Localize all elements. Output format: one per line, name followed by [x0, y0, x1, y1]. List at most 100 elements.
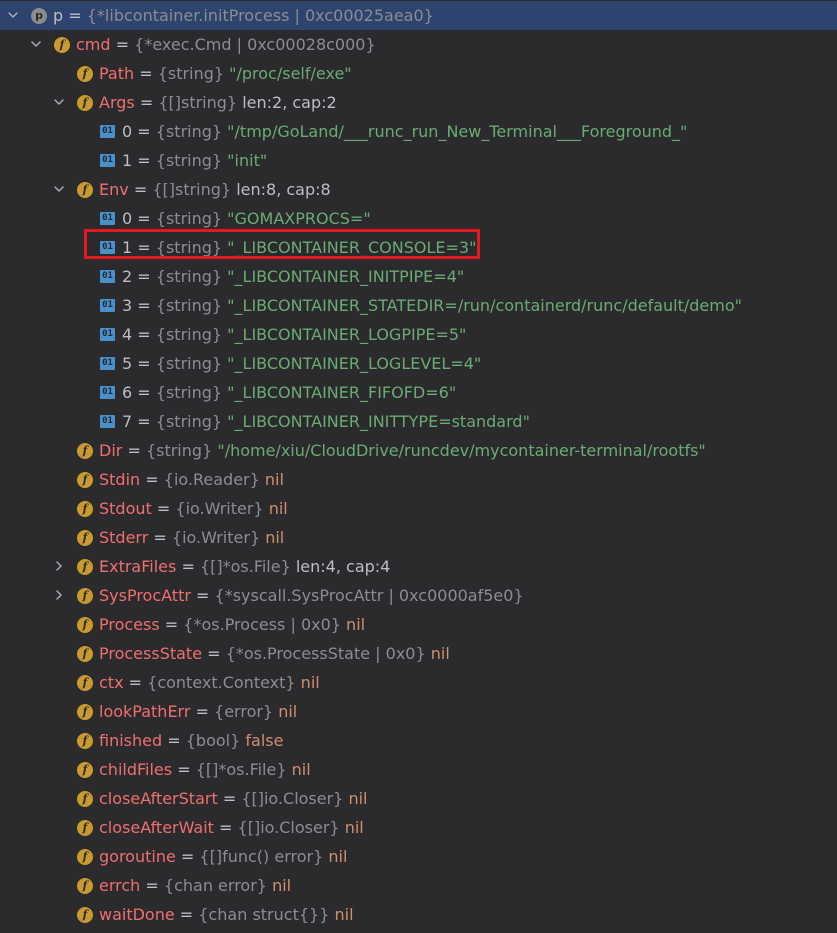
- equals-sign: =: [164, 615, 179, 634]
- variable-row[interactable]: 01 2 = {string} "_LIBCONTAINER_INITPIPE=4…: [0, 262, 837, 291]
- variable-value: nil: [291, 760, 311, 779]
- variable-row[interactable]: f finished = {bool} false: [0, 726, 837, 755]
- variable-row[interactable]: f Stderr = {io.Writer} nil: [0, 523, 837, 552]
- variable-name: 1: [122, 151, 133, 170]
- field-icon: f: [77, 559, 93, 575]
- variable-value: "/tmp/GoLand/___runc_run_New_Terminal___…: [227, 122, 688, 141]
- variable-name: p: [53, 6, 64, 25]
- field-icon: f: [77, 733, 93, 749]
- variable-row[interactable]: f errch = {chan error} nil: [0, 871, 837, 900]
- field-icon: f: [77, 66, 93, 82]
- field-icon: f: [77, 182, 93, 198]
- variable-text: Path = {string} "/proc/self/exe": [99, 63, 352, 84]
- variable-value: nil: [328, 847, 348, 866]
- variable-type: {string}: [155, 296, 223, 315]
- variable-row[interactable]: 01 0 = {string} "/tmp/GoLand/___runc_run_…: [0, 117, 837, 146]
- field-icon: f: [77, 95, 93, 111]
- variable-value: nil: [265, 528, 285, 547]
- variable-row[interactable]: 01 0 = {string} "GOMAXPROCS=": [0, 204, 837, 233]
- variable-row[interactable]: f ExtraFiles = {[]*os.File} len:4, cap:4: [0, 552, 837, 581]
- variable-row[interactable]: f closeAfterWait = {[]io.Closer} nil: [0, 813, 837, 842]
- field-icon: f: [77, 762, 93, 778]
- variable-row[interactable]: 01 3 = {string} "_LIBCONTAINER_STATEDIR=/…: [0, 291, 837, 320]
- variable-value: "_LIBCONTAINER_CONSOLE=3": [227, 238, 477, 257]
- equals-sign: =: [137, 151, 151, 170]
- variable-row[interactable]: 01 5 = {string} "_LIBCONTAINER_LOGLEVEL=4…: [0, 349, 837, 378]
- variable-row[interactable]: pp = {*libcontainer.initProcess | 0xc000…: [0, 1, 837, 30]
- array-element-icon: 01: [100, 241, 115, 254]
- equals-sign: =: [127, 441, 141, 460]
- variable-text: closeAfterWait = {[]io.Closer} nil: [99, 817, 364, 838]
- variable-row[interactable]: f lookPathErr = {error} nil: [0, 697, 837, 726]
- variable-value: nil: [346, 615, 366, 634]
- field-icon: f: [77, 617, 93, 633]
- variable-name: childFiles: [99, 760, 173, 779]
- variable-row[interactable]: f Stdin = {io.Reader} nil: [0, 465, 837, 494]
- variable-row[interactable]: f childFiles = {[]*os.File} nil: [0, 755, 837, 784]
- variable-text: Args = {[]string} len:2, cap:2: [99, 92, 337, 113]
- variable-type: {[]*os.File}: [195, 760, 287, 779]
- equals-sign: =: [181, 557, 195, 576]
- chevron-down-icon[interactable]: [52, 182, 66, 196]
- chevron-right-icon[interactable]: [52, 559, 66, 573]
- variable-type: {bool}: [185, 731, 241, 750]
- array-element-icon: 01: [100, 357, 115, 370]
- variable-name: 0: [122, 209, 133, 228]
- variable-type: {[]io.Closer}: [241, 789, 344, 808]
- variable-text: 6 = {string} "_LIBCONTAINER_FIFOFD=6": [122, 382, 456, 403]
- variable-row[interactable]: 01 1 = {string} "init": [0, 146, 837, 175]
- variable-value: nil: [300, 673, 320, 692]
- variable-row[interactable]: f Path = {string} "/proc/self/exe": [0, 59, 837, 88]
- equals-sign: =: [145, 470, 159, 489]
- variable-name: closeAfterStart: [99, 789, 218, 808]
- equals-sign: =: [139, 64, 153, 83]
- variable-row[interactable]: f waitDone = {chan struct{}} nil: [0, 900, 837, 929]
- field-icon: f: [54, 37, 70, 53]
- variable-type: {chan struct{}}: [198, 905, 330, 924]
- variable-text: ExtraFiles = {[]*os.File} len:4, cap:4: [99, 556, 390, 577]
- variable-value: nil: [430, 644, 450, 663]
- variable-icon: p: [31, 8, 47, 24]
- chevron-down-icon[interactable]: [52, 95, 66, 109]
- variable-row[interactable]: f ctx = {context.Context} nil: [0, 668, 837, 697]
- chevron-right-icon[interactable]: [52, 588, 66, 602]
- array-element-icon: 01: [100, 125, 115, 138]
- variable-name: 4: [122, 325, 133, 344]
- variable-name: goroutine: [99, 847, 176, 866]
- variable-row[interactable]: f Stdout = {io.Writer} nil: [0, 494, 837, 523]
- equals-sign: =: [153, 528, 167, 547]
- equals-sign: =: [222, 789, 237, 808]
- chevron-down-icon[interactable]: [29, 37, 43, 51]
- variable-row[interactable]: f closeAfterStart = {[]io.Closer} nil: [0, 784, 837, 813]
- variable-name: Path: [99, 64, 135, 83]
- variable-row[interactable]: 01 1 = {string} "_LIBCONTAINER_CONSOLE=3": [0, 233, 837, 262]
- variable-row[interactable]: f Env = {[]string} len:8, cap:8: [0, 175, 837, 204]
- variable-value: len:8, cap:8: [236, 180, 331, 199]
- array-element-icon: 01: [100, 299, 115, 312]
- variable-row[interactable]: f cmd = {*exec.Cmd | 0xc00028c000}: [0, 30, 837, 59]
- field-icon: f: [77, 878, 93, 894]
- variable-row[interactable]: f Process = {*os.Process | 0x0} nil: [0, 610, 837, 639]
- variable-type: {[]*os.File}: [199, 557, 291, 576]
- variable-value: "_LIBCONTAINER_INITTYPE=standard": [227, 412, 530, 431]
- variable-name: 6: [122, 383, 133, 402]
- equals-sign: =: [195, 702, 209, 721]
- variable-row[interactable]: 01 7 = {string} "_LIBCONTAINER_INITTYPE=s…: [0, 407, 837, 436]
- variable-row[interactable]: f goroutine = {[]func() error} nil: [0, 842, 837, 871]
- variable-text: waitDone = {chan struct{}} nil: [99, 904, 354, 925]
- variable-row[interactable]: f SysProcAttr = {*syscall.SysProcAttr | 0…: [0, 581, 837, 610]
- variable-row[interactable]: 01 4 = {string} "_LIBCONTAINER_LOGPIPE=5": [0, 320, 837, 349]
- variable-name: Dir: [99, 441, 123, 460]
- variable-type: {string}: [155, 267, 223, 286]
- variable-type: {string}: [155, 151, 223, 170]
- variable-row[interactable]: f Dir = {string} "/home/xiu/CloudDrive/ru…: [0, 436, 837, 465]
- field-icon: f: [77, 472, 93, 488]
- variable-row[interactable]: 01 6 = {string} "_LIBCONTAINER_FIFOFD=6": [0, 378, 837, 407]
- variable-text: finished = {bool} false: [99, 730, 283, 751]
- variable-name: 0: [122, 122, 133, 141]
- equals-sign: =: [139, 93, 154, 112]
- variable-row[interactable]: f Args = {[]string} len:2, cap:2: [0, 88, 837, 117]
- variable-row[interactable]: f ProcessState = {*os.ProcessState | 0x0}…: [0, 639, 837, 668]
- variable-value: nil: [272, 876, 292, 895]
- chevron-down-icon[interactable]: [6, 8, 20, 22]
